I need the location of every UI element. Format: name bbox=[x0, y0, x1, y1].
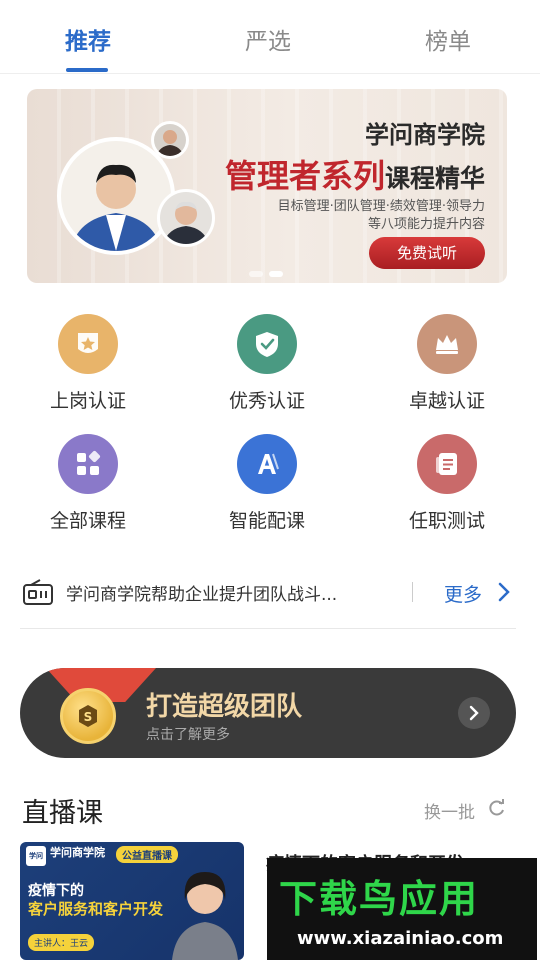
crown-icon bbox=[417, 314, 477, 374]
promo-banner[interactable]: 学问商学院 管理者系列课程精华 目标管理·团队管理·绩效管理·领导力 等八项能力… bbox=[27, 89, 507, 283]
category-job-test[interactable]: 任职测试 bbox=[387, 434, 507, 533]
promo-subtitle: 点击了解更多 bbox=[146, 727, 230, 743]
active-tab-indicator bbox=[66, 68, 108, 72]
shield-check-icon bbox=[237, 314, 297, 374]
category-onboarding-cert[interactable]: 上岗认证 bbox=[28, 314, 148, 413]
brand-logo: 学问 bbox=[26, 846, 46, 866]
medal-icon: S bbox=[60, 688, 116, 744]
category-outstanding-cert[interactable]: 卓越认证 bbox=[387, 314, 507, 413]
badge-star-icon bbox=[58, 314, 118, 374]
refresh-icon[interactable] bbox=[488, 799, 506, 821]
category-label: 优秀认证 bbox=[228, 390, 305, 412]
carousel-dot-active[interactable] bbox=[269, 271, 283, 277]
speaker-photo bbox=[170, 856, 240, 960]
tab-ranking[interactable]: 榜单 bbox=[388, 22, 508, 56]
speaker-badge: 主讲人：王云 bbox=[28, 934, 95, 951]
category-excellent-cert[interactable]: 优秀认证 bbox=[207, 314, 327, 413]
refresh-button[interactable]: 换一批 bbox=[424, 798, 475, 823]
category-smart-course-match[interactable]: 智能配课 bbox=[207, 434, 327, 533]
chevron-right-icon[interactable] bbox=[498, 582, 510, 606]
carousel-dots bbox=[249, 262, 289, 281]
announcement-bar[interactable]: 学问商学院帮助企业提升团队战斗... 更多 bbox=[20, 574, 520, 610]
document-icon bbox=[417, 434, 477, 494]
ai-letter-icon bbox=[237, 434, 297, 494]
category-label: 智能配课 bbox=[228, 510, 305, 532]
card-title-line2: 客户服务和客户开发 bbox=[28, 900, 164, 918]
category-label: 卓越认证 bbox=[408, 390, 485, 412]
banner-title: 管理者系列课程精华 bbox=[225, 151, 485, 197]
chevron-right-icon[interactable] bbox=[458, 697, 490, 729]
grid-icon bbox=[58, 434, 118, 494]
tab-selected[interactable]: 严选 bbox=[208, 22, 328, 56]
section-title-live: 直播课 bbox=[22, 798, 103, 829]
watermark-overlay: 下载鸟应用 www.xiazainiao.com bbox=[267, 858, 537, 960]
banner-title-rest: 课程精华 bbox=[384, 164, 485, 193]
more-link[interactable]: 更多 bbox=[444, 580, 482, 607]
category-label: 全部课程 bbox=[49, 510, 126, 532]
card-title-line1: 疫情下的 bbox=[28, 883, 84, 899]
watermark-title: 下载鸟应用 bbox=[279, 877, 480, 921]
carousel-dot[interactable] bbox=[249, 271, 263, 277]
divider bbox=[412, 582, 413, 602]
category-label: 上岗认证 bbox=[49, 390, 126, 412]
radio-icon bbox=[22, 578, 54, 610]
banner-brand: 学问商学院 bbox=[365, 120, 485, 149]
top-tab-bar: 推荐 严选 榜单 bbox=[0, 0, 540, 74]
card-brand: 学问商学院 bbox=[50, 846, 105, 859]
watermark-url: www.xiazainiao.com bbox=[297, 928, 504, 949]
live-course-card[interactable]: 学问 学问商学院 公益直播课 疫情下的 客户服务和客户开发 主讲人：王云 bbox=[20, 842, 244, 960]
promo-title: 打造超级团队 bbox=[146, 692, 303, 722]
svg-text:S: S bbox=[84, 710, 93, 724]
banner-subtitle-1: 目标管理·团队管理·绩效管理·领导力 bbox=[277, 199, 485, 214]
category-all-courses[interactable]: 全部课程 bbox=[28, 434, 148, 533]
super-team-promo[interactable]: S 打造超级团队 点击了解更多 bbox=[20, 668, 516, 758]
tab-recommend[interactable]: 推荐 bbox=[28, 22, 148, 56]
banner-title-highlight: 管理者系列 bbox=[224, 157, 385, 195]
banner-subtitle-2: 等八项能力提升内容 bbox=[367, 217, 485, 232]
category-label: 任职测试 bbox=[408, 510, 485, 532]
live-tag-badge: 公益直播课 bbox=[116, 846, 178, 863]
announcement-text[interactable]: 学问商学院帮助企业提升团队战斗... bbox=[66, 580, 337, 605]
lecturer-photo-small-1 bbox=[151, 121, 189, 159]
lecturer-photo-small-2 bbox=[157, 189, 215, 247]
section-divider bbox=[20, 628, 516, 629]
free-trial-button[interactable]: 免费试听 bbox=[369, 237, 485, 269]
